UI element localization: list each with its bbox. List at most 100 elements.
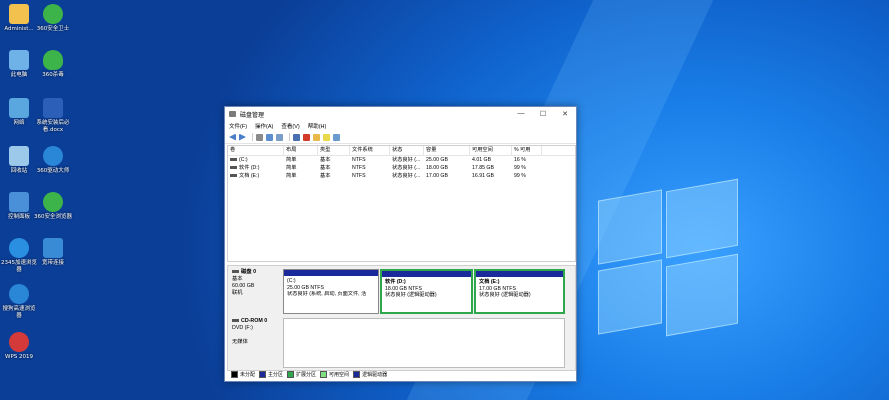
column-free-space[interactable]: 可用空间 (470, 146, 512, 155)
menu-bar: 文件(F) 操作(A) 查看(V) 帮助(H) (225, 121, 576, 131)
windows-logo (598, 178, 738, 345)
desktop-icon-360-driver[interactable]: 360驱动大师 (34, 146, 72, 175)
title-bar[interactable]: 磁盘管理 — ☐ ✕ (225, 107, 576, 121)
volume-row[interactable]: (C:) 简单 基本 NTFS 状态良好 (... 25.00 GB 4.01 … (228, 156, 575, 164)
desktop-icon-sogou-browser[interactable]: 搜狗高速浏览器 (0, 284, 38, 320)
volume-icon (230, 158, 237, 162)
menu-action[interactable]: 操作(A) (255, 122, 273, 130)
menu-file[interactable]: 文件(F) (229, 122, 247, 130)
volume-list: 卷 布局 类型 文件系统 状态 容量 可用空间 % 可用 (C:) 简单 基本 … (227, 145, 576, 262)
volume-row[interactable]: 文档 (E:) 简单 基本 NTFS 状态良好 (... 17.00 GB 16… (228, 172, 575, 180)
column-capacity[interactable]: 容量 (424, 146, 470, 155)
volume-row[interactable]: 软件 (D:) 简单 基本 NTFS 状态良好 (... 18.00 GB 17… (228, 164, 575, 172)
minimize-button[interactable]: — (510, 110, 532, 118)
maximize-button[interactable]: ☐ (532, 110, 554, 118)
logo-pane (598, 189, 662, 265)
logo-pane (666, 178, 738, 259)
volume-name: 文档 (E:) (239, 173, 260, 179)
volume-type: 基本 (320, 165, 331, 171)
column-volume[interactable]: 卷 (228, 146, 284, 155)
partition-e[interactable]: 文档 (E:) 17.00 GB NTFS 状态良好 (逻辑驱动器) (474, 269, 565, 314)
close-button[interactable]: ✕ (554, 110, 576, 118)
explore-icon[interactable] (323, 133, 330, 141)
legend-swatch (231, 370, 238, 378)
volume-capacity: 25.00 GB (426, 157, 448, 163)
disk-0-label[interactable]: 磁盘 0 基本 60.00 GB 联机 (229, 269, 281, 314)
volume-status: 状态良好 (... (392, 173, 421, 179)
desktop-icon-360-antivirus[interactable]: 360杀毒 (34, 50, 72, 79)
volume-percent-free: 16 % (514, 157, 526, 163)
column-percent-free[interactable]: % 可用 (512, 146, 542, 155)
logo-pane (598, 259, 662, 335)
disk-type: 基本 (232, 276, 243, 282)
disk-icon (232, 270, 239, 274)
desktop-icon-2345-browser[interactable]: 2345加速浏览器 (0, 238, 38, 274)
disk-management-app-icon (229, 111, 236, 117)
volume-list-header: 卷 布局 类型 文件系统 状态 容量 可用空间 % 可用 (228, 146, 575, 156)
help-icon[interactable] (266, 133, 273, 141)
360-browser-icon (43, 192, 63, 212)
partition-c[interactable]: (C:) 25.00 GB NTFS 状态良好 (系统, 启动, 页面文件, 活 (283, 269, 379, 314)
volume-filesystem: NTFS (352, 165, 366, 171)
volume-name: (C:) (239, 157, 248, 163)
desktop-icon-360-browser[interactable]: 360安全浏览器 (34, 192, 72, 221)
disk-size: 60.00 GB (232, 283, 255, 289)
volume-free-space: 4.01 GB (472, 157, 492, 163)
legend-swatch (287, 370, 295, 378)
properties-icon[interactable] (276, 133, 283, 141)
cdrom-type: DVD (F:) (232, 325, 253, 331)
connect-icon[interactable] (293, 133, 300, 141)
volume-free-space: 17.85 GB (472, 165, 494, 171)
360-driver-icon (43, 146, 63, 166)
view-icon[interactable] (333, 133, 340, 141)
legend: 未分配 主分区 扩展分区 可用空间 逻辑驱动器 (227, 369, 574, 379)
cdrom-0-label[interactable]: CD-ROM 0 DVD (F:) 无媒体 (229, 318, 281, 368)
control-panel-icon (9, 192, 29, 212)
toolbar-separator (252, 133, 253, 141)
desktop-icon-administrator[interactable]: Administ... (0, 4, 38, 33)
partition-d[interactable]: 软件 (D:) 18.00 GB NTFS 状态良好 (逻辑驱动器) (380, 269, 473, 314)
volume-type: 基本 (320, 157, 331, 163)
column-type[interactable]: 类型 (318, 146, 350, 155)
legend-label: 主分区 (268, 371, 284, 378)
desktop-icon-readme-docx[interactable]: 系统安装后必看.docx (34, 98, 72, 134)
menu-view[interactable]: 查看(V) (281, 122, 299, 130)
desktop-icon-control-panel[interactable]: 控制面板 (0, 192, 38, 221)
console-tree-icon[interactable] (256, 133, 263, 141)
column-status[interactable]: 状态 (390, 146, 424, 155)
desktop-icon-broadband[interactable]: 宽带连接 (34, 238, 72, 267)
partition-status: 状态良好 (逻辑驱动器) (479, 292, 531, 298)
delete-icon[interactable] (303, 133, 310, 141)
desktop-icon-360-security[interactable]: 360安全卫士 (34, 4, 72, 33)
column-layout[interactable]: 布局 (284, 146, 318, 155)
vertical-scrollbar[interactable] (569, 266, 575, 370)
wps-icon (9, 332, 29, 352)
column-filesystem[interactable]: 文件系统 (350, 146, 390, 155)
menu-help[interactable]: 帮助(H) (308, 122, 327, 130)
volume-layout: 简单 (286, 165, 297, 171)
legend-label: 可用空间 (329, 371, 350, 378)
volume-free-space: 16.91 GB (472, 173, 494, 179)
back-arrow-icon[interactable] (229, 133, 236, 141)
toolbar (225, 131, 576, 144)
forward-arrow-icon[interactable] (239, 133, 246, 141)
desktop-icon-this-pc[interactable]: 此电脑 (0, 50, 38, 79)
360-antivirus-icon (43, 50, 63, 70)
volume-status: 状态良好 (... (392, 157, 421, 163)
desktop-icon-recycle-bin[interactable]: 回收站 (0, 146, 38, 175)
logo-pane (666, 253, 738, 337)
desktop-icon-wps[interactable]: WPS 2019 (0, 332, 38, 361)
volume-filesystem: NTFS (352, 173, 366, 179)
desktop-icon-network[interactable]: 网络 (0, 98, 38, 127)
legend-swatch (353, 370, 361, 378)
legend-label: 未分配 (240, 371, 256, 378)
open-folder-icon[interactable] (313, 133, 320, 141)
volume-name: 软件 (D:) (239, 165, 260, 171)
legend-swatch (320, 370, 328, 378)
volume-percent-free: 99 % (514, 165, 526, 171)
sogou-browser-icon (9, 284, 29, 304)
volume-layout: 简单 (286, 157, 297, 163)
cdrom-name: CD-ROM 0 (241, 318, 268, 324)
cdrom-empty-area[interactable] (283, 318, 565, 368)
volume-filesystem: NTFS (352, 157, 366, 163)
